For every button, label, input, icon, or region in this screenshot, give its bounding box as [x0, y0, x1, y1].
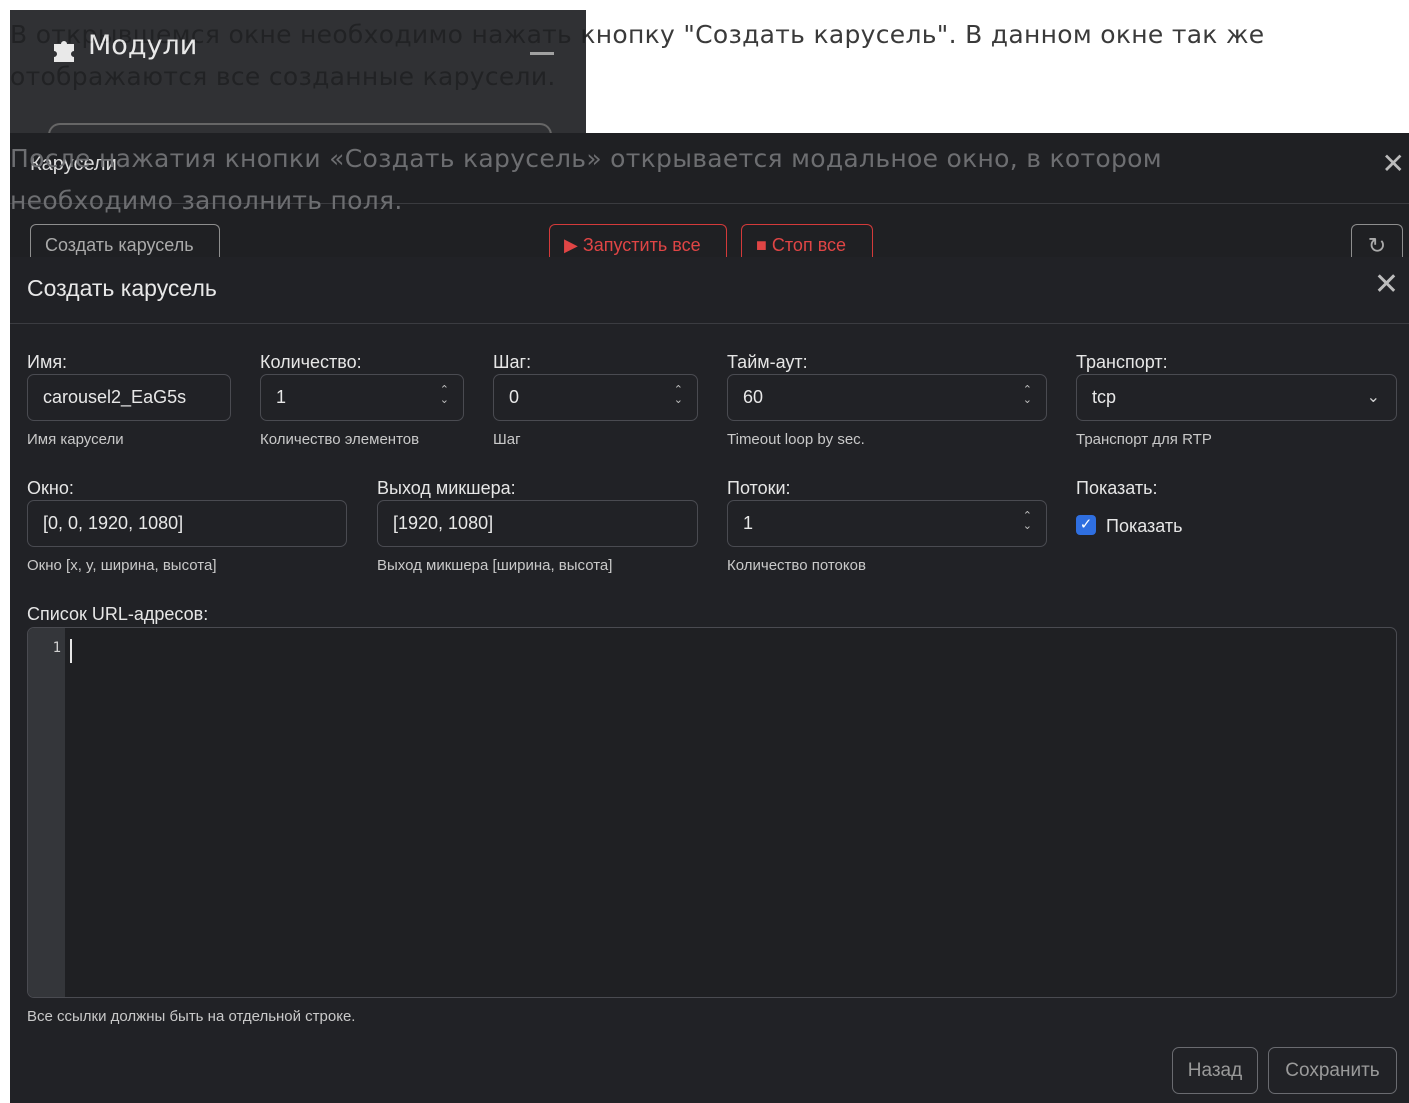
- count-value: 1: [276, 387, 287, 407]
- back-button[interactable]: Назад: [1172, 1047, 1258, 1094]
- step-hint: Шаг: [493, 431, 521, 448]
- close-icon[interactable]: ✕: [1374, 267, 1399, 302]
- timeout-label: Тайм-аут:: [727, 352, 808, 372]
- doc-paragraph-2: После нажатия кнопки «Создать карусель» …: [10, 144, 1162, 215]
- url-list-label: Список URL-адресов:: [27, 604, 209, 624]
- window-hint: Окно [x, y, ширина, высота]: [27, 557, 217, 574]
- window-label: Окно:: [27, 478, 74, 498]
- line-number: 1: [52, 640, 61, 656]
- save-button[interactable]: Сохранить: [1268, 1047, 1397, 1094]
- show-checkbox-label[interactable]: Показать: [1106, 516, 1183, 537]
- modal-divider: [10, 323, 1409, 324]
- spinner-icon[interactable]: ⌃ ⌄: [440, 385, 449, 406]
- start-all-label: Запустить все: [582, 235, 701, 255]
- transport-select[interactable]: tcp ⌄: [1076, 374, 1397, 421]
- modules-title: Модули: [88, 30, 198, 61]
- threads-label: Потоки:: [727, 478, 791, 498]
- step-input[interactable]: 0 ⌃ ⌄: [493, 374, 698, 421]
- mixer-output-label: Выход микшера:: [377, 478, 516, 498]
- threads-value: 1: [743, 513, 754, 533]
- count-hint: Количество элементов: [260, 431, 420, 448]
- spinner-icon[interactable]: ⌃ ⌄: [1023, 385, 1032, 406]
- threads-input[interactable]: 1 ⌃ ⌄: [727, 500, 1047, 547]
- step-value: 0: [509, 387, 520, 407]
- mixer-output-input[interactable]: [1920, 1080]: [377, 500, 698, 547]
- modules-panel: Модули: [10, 10, 586, 145]
- url-list-hint: Все ссылки должны быть на отдельной стро…: [27, 1008, 356, 1025]
- transport-hint: Транспорт для RTP: [1076, 431, 1212, 448]
- step-label: Шаг:: [493, 352, 532, 372]
- window-input[interactable]: [0, 0, 1920, 1080]: [27, 500, 347, 547]
- count-label: Количество:: [260, 352, 362, 372]
- count-input[interactable]: 1 ⌃ ⌄: [260, 374, 464, 421]
- chevron-down-icon: ⌄: [1366, 389, 1380, 406]
- refresh-icon: ↻: [1367, 233, 1387, 258]
- show-label: Показать:: [1076, 478, 1158, 498]
- close-icon[interactable]: ✕: [1382, 147, 1405, 180]
- name-label: Имя:: [27, 352, 68, 372]
- stop-icon: ■: [756, 235, 767, 255]
- timeout-hint: Timeout loop by sec.: [727, 431, 865, 448]
- timeout-input[interactable]: 60 ⌃ ⌄: [727, 374, 1047, 421]
- spinner-icon[interactable]: ⌃ ⌄: [674, 385, 683, 406]
- url-list-editor[interactable]: 1: [27, 627, 1397, 998]
- show-checkbox[interactable]: ✓: [1076, 515, 1096, 535]
- transport-value: tcp: [1092, 387, 1117, 407]
- modal-title: Создать карусель: [27, 275, 217, 301]
- collapse-icon[interactable]: [530, 52, 554, 55]
- window-value: [0, 0, 1920, 1080]: [43, 513, 184, 533]
- mixer-output-value: [1920, 1080]: [393, 513, 494, 533]
- threads-hint: Количество потоков: [727, 557, 866, 574]
- name-value: carousel2_EaG5s: [43, 387, 187, 407]
- line-number-gutter: [28, 628, 65, 997]
- spinner-icon[interactable]: ⌃ ⌄: [1023, 511, 1032, 532]
- puzzle-icon: [50, 34, 82, 66]
- timeout-value: 60: [743, 387, 764, 407]
- play-icon: ▶: [564, 235, 578, 255]
- text-cursor: [70, 639, 72, 663]
- stop-all-label: Стоп все: [771, 235, 847, 255]
- create-carousel-modal: Создать карусель ✕ Имя: carousel2_EaG5s …: [10, 257, 1409, 1103]
- name-hint: Имя карусели: [27, 431, 124, 448]
- transport-label: Транспорт:: [1076, 352, 1168, 372]
- name-input[interactable]: carousel2_EaG5s: [27, 374, 231, 421]
- mixer-output-hint: Выход микшера [ширина, высота]: [377, 557, 613, 574]
